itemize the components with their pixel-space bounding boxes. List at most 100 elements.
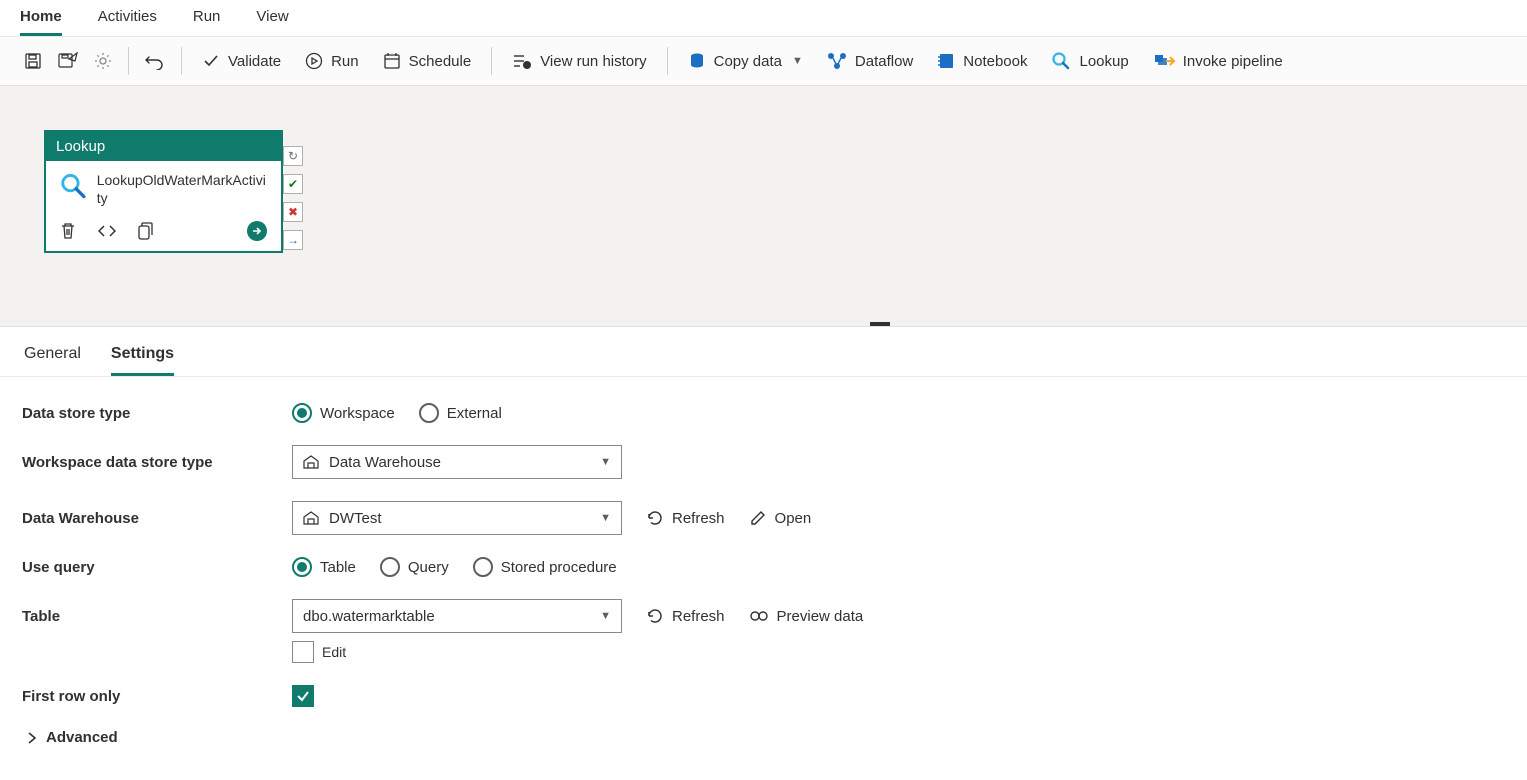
- play-icon: [305, 52, 323, 70]
- chevron-right-icon: [26, 732, 38, 744]
- schedule-button[interactable]: Schedule: [373, 46, 482, 76]
- label-data-store-type: Data store type: [22, 405, 292, 422]
- lookup-button[interactable]: Lookup: [1041, 45, 1138, 77]
- radio-table-label: Table: [320, 559, 356, 576]
- schedule-label: Schedule: [409, 53, 472, 70]
- radio-stored-procedure[interactable]: Stored procedure: [473, 557, 617, 577]
- dropdown-value: Data Warehouse: [329, 454, 590, 471]
- refresh-table-button[interactable]: Refresh: [646, 607, 725, 625]
- dropdown-workspace-data-store-type[interactable]: Data Warehouse ▼: [292, 445, 622, 479]
- edit-icon: [749, 509, 767, 527]
- radio-workspace[interactable]: Workspace: [292, 403, 395, 423]
- delete-icon[interactable]: [60, 222, 76, 240]
- resize-handle[interactable]: [870, 322, 890, 326]
- advanced-label: Advanced: [46, 729, 118, 746]
- separator: [667, 47, 668, 75]
- checkbox-first-row-only[interactable]: [292, 685, 314, 707]
- refresh-icon: [646, 607, 664, 625]
- notebook-button[interactable]: Notebook: [927, 46, 1037, 76]
- dataflow-button[interactable]: Dataflow: [817, 46, 923, 76]
- port-skip[interactable]: →: [283, 230, 303, 250]
- chevron-down-icon: ▼: [600, 610, 611, 622]
- properties-tabs: General Settings: [0, 327, 1527, 377]
- tab-home[interactable]: Home: [20, 4, 62, 36]
- copy-data-label: Copy data: [714, 53, 782, 70]
- dropdown-value: DWTest: [329, 510, 590, 527]
- lookup-icon: [58, 171, 87, 201]
- radio-query[interactable]: Query: [380, 557, 449, 577]
- preview-data-button[interactable]: Preview data: [749, 608, 864, 625]
- refresh-icon: [646, 509, 664, 527]
- lookup-label: Lookup: [1079, 53, 1128, 70]
- tab-general[interactable]: General: [24, 345, 81, 376]
- separator: [181, 47, 182, 75]
- settings-form: Data store type Workspace External Works…: [0, 377, 1527, 772]
- tab-run[interactable]: Run: [193, 4, 221, 36]
- copy-icon[interactable]: [138, 222, 154, 240]
- save-as-icon: [58, 52, 78, 70]
- refresh-label: Refresh: [672, 510, 725, 527]
- radio-table[interactable]: Table: [292, 557, 356, 577]
- calendar-icon: [383, 52, 401, 70]
- activity-node-name: LookupOldWaterMarkActivity: [97, 171, 269, 207]
- open-label: Open: [775, 510, 812, 527]
- chevron-down-icon: ▼: [600, 512, 611, 524]
- code-icon[interactable]: [98, 223, 116, 239]
- label-use-query: Use query: [22, 559, 292, 576]
- undo-icon: [145, 52, 165, 70]
- save-button[interactable]: [18, 46, 48, 76]
- port-failure[interactable]: ✖: [283, 202, 303, 222]
- checkbox-edit[interactable]: [292, 641, 314, 663]
- database-icon: [688, 52, 706, 70]
- undo-button[interactable]: [139, 46, 171, 76]
- invoke-pipeline-button[interactable]: Invoke pipeline: [1143, 46, 1293, 76]
- save-as-button[interactable]: [52, 46, 84, 76]
- checkbox-edit-label: Edit: [322, 644, 346, 660]
- port-success[interactable]: ✔: [283, 174, 303, 194]
- run-activity-button[interactable]: [247, 221, 267, 241]
- radio-query-label: Query: [408, 559, 449, 576]
- radio-stored-procedure-label: Stored procedure: [501, 559, 617, 576]
- view-run-history-label: View run history: [540, 53, 646, 70]
- radio-workspace-label: Workspace: [320, 405, 395, 422]
- separator: [128, 47, 129, 75]
- activity-node-lookup[interactable]: Lookup LookupOldWaterMarkActivity: [44, 130, 283, 253]
- validate-label: Validate: [228, 53, 281, 70]
- validate-button[interactable]: Validate: [192, 46, 291, 76]
- view-run-history-button[interactable]: View run history: [502, 46, 656, 76]
- tab-view[interactable]: View: [256, 4, 288, 36]
- open-warehouse-button[interactable]: Open: [749, 509, 812, 527]
- canvas-divider: [0, 326, 1527, 327]
- port-retry[interactable]: ↻: [283, 146, 303, 166]
- settings-gear-button[interactable]: [88, 46, 118, 76]
- notebook-icon: [937, 52, 955, 70]
- save-icon: [24, 52, 42, 70]
- gear-icon: [94, 52, 112, 70]
- dropdown-data-warehouse[interactable]: DWTest ▼: [292, 501, 622, 535]
- preview-data-label: Preview data: [777, 608, 864, 625]
- separator: [491, 47, 492, 75]
- radio-external-label: External: [447, 405, 502, 422]
- run-label: Run: [331, 53, 359, 70]
- pipeline-canvas[interactable]: Lookup LookupOldWaterMarkActivity ↻ ✔ ✖ …: [0, 86, 1527, 326]
- check-icon: [202, 52, 220, 70]
- chevron-down-icon: ▼: [792, 55, 803, 67]
- refresh-label: Refresh: [672, 608, 725, 625]
- copy-data-button[interactable]: Copy data ▼: [678, 46, 813, 76]
- warehouse-icon: [303, 511, 319, 525]
- warehouse-icon: [303, 455, 319, 469]
- label-table: Table: [22, 608, 292, 625]
- radio-external[interactable]: External: [419, 403, 502, 423]
- refresh-warehouse-button[interactable]: Refresh: [646, 509, 725, 527]
- label-workspace-data-store-type: Workspace data store type: [22, 454, 292, 471]
- dropdown-table[interactable]: dbo.watermarktable ▼: [292, 599, 622, 633]
- chevron-down-icon: ▼: [600, 456, 611, 468]
- dataflow-label: Dataflow: [855, 53, 913, 70]
- tab-activities[interactable]: Activities: [98, 4, 157, 36]
- activity-node-header: Lookup: [46, 132, 281, 161]
- tab-settings[interactable]: Settings: [111, 345, 174, 376]
- dataflow-icon: [827, 52, 847, 70]
- run-button[interactable]: Run: [295, 46, 369, 76]
- advanced-toggle[interactable]: Advanced: [22, 729, 1505, 746]
- arrow-right-icon: [252, 226, 262, 236]
